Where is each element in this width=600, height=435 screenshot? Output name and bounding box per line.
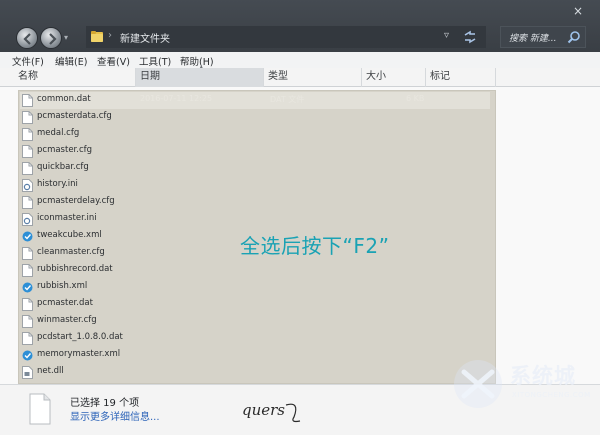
arrow-right-icon [49, 33, 57, 45]
file-icon [22, 145, 33, 158]
file-name: medal.cfg [37, 128, 80, 138]
file-name: winmaster.cfg [37, 315, 97, 325]
file-name: pcmasterdata.cfg [37, 111, 112, 121]
file-icon [22, 162, 33, 175]
file-name: quickbar.cfg [37, 162, 89, 172]
file-row[interactable]: rubbish.xml [20, 279, 490, 296]
file-row[interactable]: history.ini [20, 177, 490, 194]
arrow-left-icon [23, 33, 31, 45]
selection-count: 已选择 19 个项 [70, 398, 140, 409]
file-name: memorymaster.xml [37, 349, 121, 359]
file-row[interactable]: medal.cfg [20, 126, 490, 143]
file-row[interactable]: quickbar.cfg [20, 160, 490, 177]
watermark-subtext: XITONGCHENG.COM [512, 391, 591, 399]
search-placeholder: 搜索 新建... [509, 34, 557, 44]
file-row[interactable]: pcmasterdelay.cfg [20, 194, 490, 211]
menu-tools[interactable]: 工具(T) [139, 54, 171, 68]
file-name: cleanmaster.cfg [37, 247, 105, 257]
file-row[interactable]: common.dat 2016-07-11 12:25 DAT 文件 6 KB [20, 92, 490, 109]
file-row[interactable]: pcmaster.cfg [20, 143, 490, 160]
folder-icon [91, 31, 103, 42]
title-bar: × ▾ › 新建文件夹 ▿ 搜索 新建... [0, 0, 600, 50]
file-type: DAT 文件 [270, 95, 305, 104]
file-row[interactable]: pcdstart_1.0.8.0.dat [20, 330, 490, 347]
xml-file-icon [22, 230, 33, 243]
close-button[interactable]: × [570, 4, 586, 18]
search-icon[interactable] [567, 30, 581, 44]
column-name[interactable]: 名称 [14, 68, 136, 87]
file-icon [22, 332, 33, 345]
menu-help[interactable]: 帮助(H) [180, 54, 214, 68]
file-name: common.dat [37, 94, 91, 104]
column-type[interactable]: 类型 [264, 68, 362, 87]
svg-text:quers: quers [242, 401, 285, 419]
history-dropdown-icon[interactable]: ▾ [64, 33, 68, 42]
settings-file-icon [22, 213, 33, 226]
xml-file-icon [22, 281, 33, 294]
menu-view[interactable]: 查看(V) [97, 54, 130, 68]
file-name: rubbishrecord.dat [37, 264, 113, 274]
file-row[interactable]: winmaster.cfg [20, 313, 490, 330]
file-icon [22, 298, 33, 311]
file-icon [22, 247, 33, 260]
show-details-link[interactable]: 显示更多详细信息... [70, 408, 160, 423]
file-name: iconmaster.ini [37, 213, 97, 223]
file-date: 2016-07-11 12:25 [140, 94, 213, 103]
back-button[interactable] [16, 27, 38, 49]
file-row[interactable]: memorymaster.xml [20, 347, 490, 364]
file-name: rubbish.xml [37, 281, 88, 291]
breadcrumb-current-folder[interactable]: 新建文件夹 [120, 30, 170, 45]
menu-file[interactable]: 文件(F) [12, 54, 44, 68]
file-row[interactable]: rubbishrecord.dat [20, 262, 490, 279]
dll-file-icon [22, 366, 33, 379]
file-name: net.dll [37, 366, 64, 376]
file-name: tweakcube.xml [37, 230, 102, 240]
file-row[interactable]: pcmaster.dat [20, 296, 490, 313]
refresh-icon[interactable] [462, 29, 478, 45]
address-dropdown-icon[interactable]: ▿ [444, 30, 449, 41]
instruction-overlay-text: 全选后按下“F2” [240, 234, 390, 258]
file-row[interactable]: iconmaster.ini [20, 211, 490, 228]
explorer-window: × ▾ › 新建文件夹 ▿ 搜索 新建... 文件(F) 编辑(E) 查看(V)… [0, 0, 600, 435]
file-row[interactable]: net.dll [20, 364, 490, 381]
column-tags[interactable]: 标记 [426, 68, 496, 87]
file-name: history.ini [37, 179, 78, 189]
file-icon [22, 111, 33, 124]
file-icon [22, 94, 33, 107]
file-icon [22, 315, 33, 328]
file-icon [22, 264, 33, 277]
file-name: pcmasterdelay.cfg [37, 196, 115, 206]
menu-bar: 文件(F) 编辑(E) 查看(V) 工具(T) 帮助(H) [0, 52, 600, 68]
file-size: 6 KB [406, 94, 425, 103]
file-icon [22, 128, 33, 141]
file-name: pcmaster.cfg [37, 145, 93, 155]
forward-button[interactable] [40, 27, 62, 49]
xml-file-icon [22, 349, 33, 362]
breadcrumb-chevron-icon[interactable]: › [108, 30, 112, 41]
file-icon [22, 196, 33, 209]
menu-edit[interactable]: 编辑(E) [55, 54, 87, 68]
selected-files-icon [29, 393, 51, 425]
file-name: pcdstart_1.0.8.0.dat [37, 332, 123, 342]
column-header: 名称 日期 类型 大小 标记 [0, 68, 600, 87]
watermark-text: 系统城 [510, 364, 576, 388]
settings-file-icon [22, 179, 33, 192]
search-input[interactable]: 搜索 新建... [500, 26, 586, 48]
signature: quers [240, 399, 310, 428]
file-row[interactable]: pcmasterdata.cfg [20, 109, 490, 126]
column-size[interactable]: 大小 [362, 68, 426, 87]
file-name: pcmaster.dat [37, 298, 93, 308]
address-bar[interactable]: › 新建文件夹 ▿ [86, 26, 486, 48]
column-date[interactable]: 日期 [136, 68, 264, 87]
